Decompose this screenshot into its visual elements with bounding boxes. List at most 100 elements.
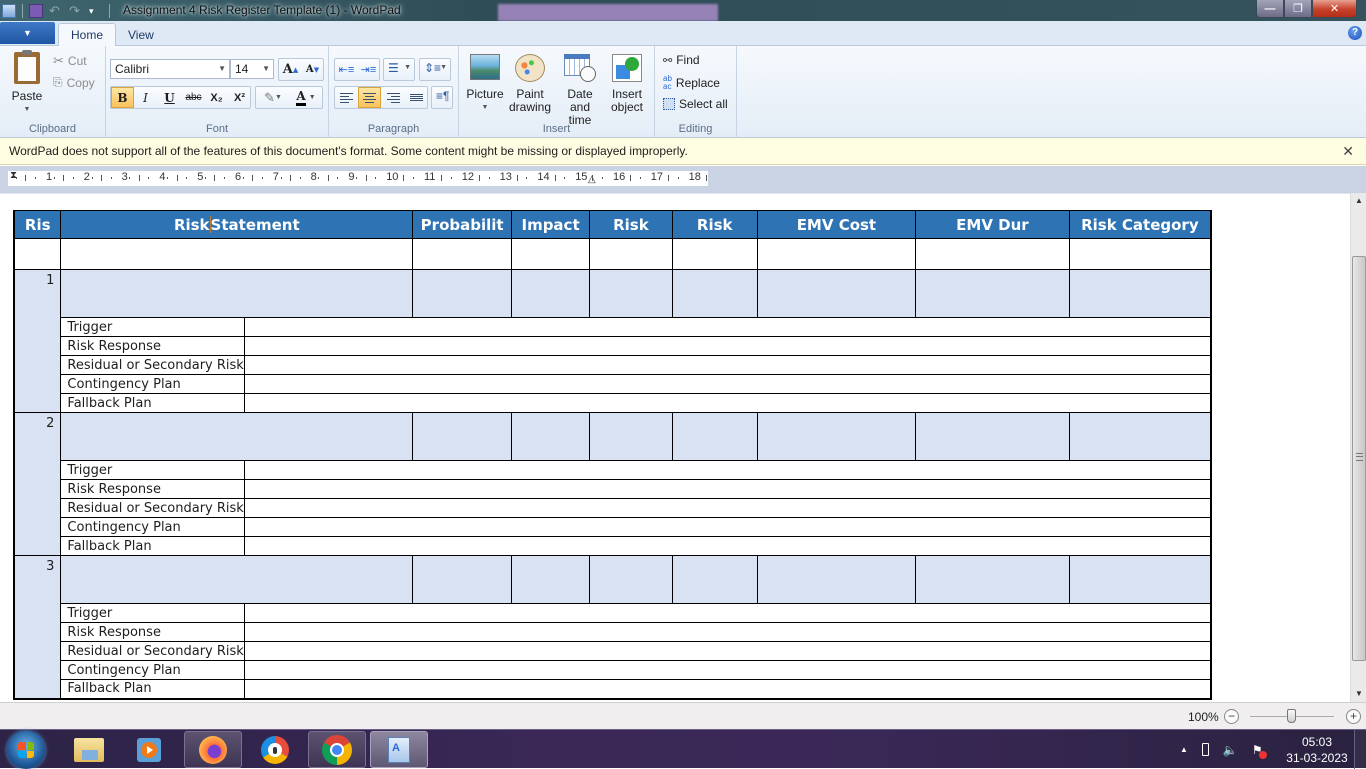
font-size-select[interactable]: 14 ▼ [230, 59, 274, 79]
align-left-button[interactable] [335, 87, 358, 108]
table-cell[interactable] [511, 238, 591, 270]
risk-detail-value[interactable] [243, 336, 1212, 356]
save-icon[interactable] [29, 3, 43, 18]
table-cell[interactable] [589, 238, 673, 270]
increase-indent-button[interactable]: ⇥≡ [357, 59, 380, 80]
strikethrough-button[interactable]: abc [182, 87, 205, 108]
taskbar-media-player[interactable] [120, 731, 178, 768]
emv-cost-cell[interactable] [756, 269, 917, 318]
justify-button[interactable] [405, 87, 428, 108]
probability-cell[interactable] [412, 555, 513, 604]
risk-detail-value[interactable] [243, 679, 1212, 700]
risk-category-cell[interactable] [1068, 555, 1212, 604]
risk-detail-value[interactable] [243, 536, 1212, 556]
copy-button[interactable]: ⎘ Copy [53, 75, 95, 90]
risk-score-cell[interactable] [589, 412, 673, 461]
taskbar-browser[interactable] [246, 731, 304, 768]
taskbar-file-explorer[interactable] [60, 731, 118, 768]
scroll-up-arrow-icon[interactable]: ▲ [1351, 193, 1366, 209]
left-indent-marker[interactable]: ⧗ [10, 170, 17, 181]
risk-statement-cell[interactable] [60, 269, 414, 318]
vertical-scrollbar[interactable]: ▲ ▼ [1350, 193, 1366, 702]
risk-number[interactable]: 3 [13, 555, 62, 700]
risk-category-cell[interactable] [1068, 269, 1212, 318]
risk-statement-cell[interactable] [60, 555, 414, 604]
risk-number[interactable]: 2 [13, 412, 62, 556]
risk-detail-value[interactable] [243, 355, 1212, 375]
infobar-close-button[interactable]: ✕ [1342, 138, 1354, 165]
risk-detail-value[interactable] [243, 460, 1212, 480]
align-center-button[interactable] [358, 87, 381, 108]
show-hidden-icons-button[interactable]: ▲ [1180, 745, 1188, 754]
paste-button[interactable]: Paste ▼ [8, 50, 46, 116]
emv-cost-cell[interactable] [756, 555, 917, 604]
cut-button[interactable]: ✂ Cut [53, 53, 87, 69]
risk-detail-value[interactable] [243, 603, 1212, 623]
text-color-button[interactable]: A ▼ [290, 87, 322, 108]
highlight-color-button[interactable]: ✎ ▼ [258, 87, 288, 108]
start-button[interactable] [7, 731, 45, 769]
risk-detail-value[interactable] [243, 393, 1212, 413]
impact-cell[interactable] [511, 555, 591, 604]
list-button[interactable]: ☰ ▼ [383, 58, 415, 81]
emv-duration-cell[interactable] [915, 412, 1070, 461]
font-family-select[interactable]: Calibri ▼ [110, 59, 230, 79]
show-desktop-button[interactable] [1354, 730, 1366, 769]
taskbar-firefox[interactable] [184, 731, 242, 768]
zoom-out-button[interactable]: − [1224, 709, 1239, 724]
risk-detail-value[interactable] [243, 641, 1212, 661]
scroll-down-arrow-icon[interactable]: ▼ [1351, 686, 1366, 702]
table-cell[interactable] [412, 238, 513, 270]
emv-duration-cell[interactable] [915, 555, 1070, 604]
align-right-button[interactable] [382, 87, 405, 108]
line-spacing-button[interactable]: ⇕≡ ▼ [419, 58, 451, 81]
taskbar-wordpad[interactable]: A [370, 731, 428, 768]
taskbar-chrome[interactable] [308, 731, 366, 768]
insert-object-button[interactable]: Insert object [607, 54, 647, 114]
risk-score-cell[interactable] [589, 269, 673, 318]
probability-cell[interactable] [412, 412, 513, 461]
impact-cell[interactable] [511, 269, 591, 318]
help-icon[interactable]: ? [1348, 26, 1362, 40]
grow-font-button[interactable]: A ▲ [279, 59, 302, 80]
risk-detail-value[interactable] [243, 317, 1212, 337]
risk-detail-value[interactable] [243, 622, 1212, 642]
minimize-button[interactable]: — [1256, 0, 1284, 18]
risk-score-cell[interactable] [589, 555, 673, 604]
paint-drawing-button[interactable]: Paint drawing [507, 54, 553, 114]
replace-button[interactable]: ab ac Replace [663, 75, 720, 91]
restore-button[interactable]: ❐ [1284, 0, 1312, 18]
bold-button[interactable]: B [111, 87, 134, 108]
risk-rank-cell[interactable] [671, 412, 758, 461]
close-button[interactable]: ✕ [1312, 0, 1357, 18]
tab-view[interactable]: View [116, 23, 166, 46]
shrink-font-button[interactable]: A ▼ [301, 59, 324, 80]
scrollbar-thumb[interactable] [1352, 256, 1366, 661]
picture-button[interactable]: Picture ▼ [465, 54, 505, 114]
action-center-flag-icon[interactable]: ⚑ [1252, 743, 1267, 759]
battery-icon[interactable] [1201, 743, 1209, 756]
date-time-button[interactable]: Date and time [556, 54, 604, 127]
risk-detail-value[interactable] [243, 517, 1212, 537]
emv-cost-cell[interactable] [756, 412, 917, 461]
find-button[interactable]: ⚯ Find [663, 53, 700, 67]
zoom-in-button[interactable]: + [1346, 709, 1361, 724]
impact-cell[interactable] [511, 412, 591, 461]
ruler[interactable]: ⧗ △ 123456789101112131415161718 [8, 170, 708, 186]
table-cell[interactable] [671, 238, 758, 270]
undo-icon[interactable]: ↶ [49, 3, 63, 18]
table-cell[interactable] [756, 238, 917, 270]
decrease-indent-button[interactable]: ⇤≡ [335, 59, 358, 80]
volume-icon[interactable]: 🔈 [1223, 743, 1238, 757]
table-cell[interactable] [60, 238, 414, 270]
paragraph-settings-button[interactable]: ≡¶ [431, 86, 453, 109]
zoom-slider-thumb[interactable] [1287, 709, 1296, 723]
select-all-button[interactable]: Select all [663, 97, 728, 111]
table-cell[interactable] [13, 238, 62, 270]
emv-duration-cell[interactable] [915, 269, 1070, 318]
tab-home[interactable]: Home [58, 23, 117, 46]
risk-number[interactable]: 1 [13, 269, 62, 413]
redo-icon[interactable]: ↷ [69, 3, 83, 18]
clock[interactable]: 05:03 31-03-2023 [1280, 734, 1354, 766]
risk-detail-value[interactable] [243, 498, 1212, 518]
